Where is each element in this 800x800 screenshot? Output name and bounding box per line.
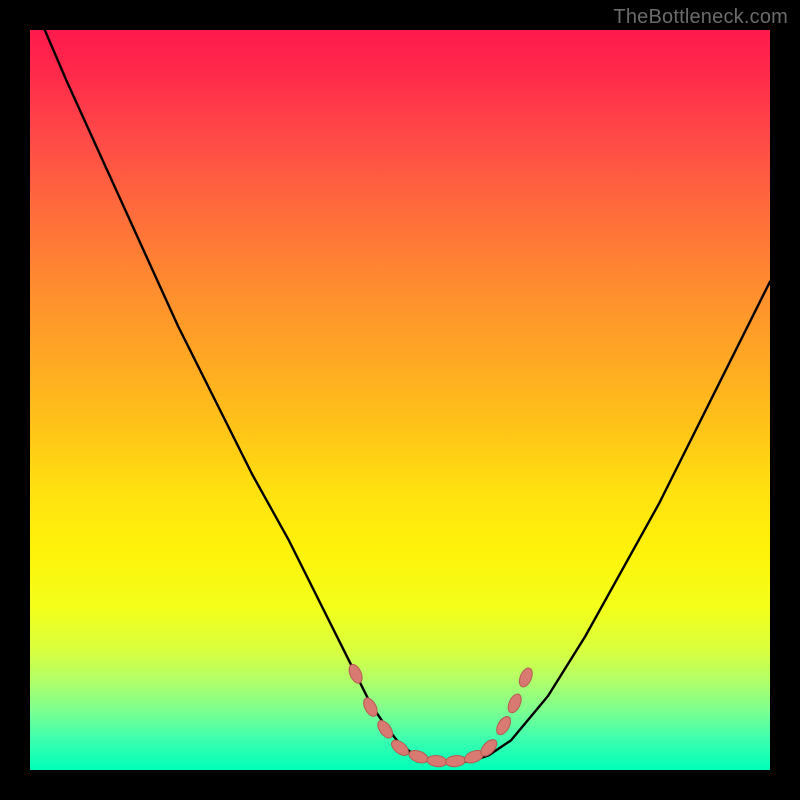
curve-marker xyxy=(494,714,514,737)
curve-marker xyxy=(375,718,396,741)
bottleneck-curve xyxy=(45,30,770,763)
curve-marker xyxy=(445,754,466,767)
curve-markers xyxy=(347,662,535,767)
curve-marker xyxy=(506,692,524,715)
curve-marker xyxy=(426,754,447,767)
chart-frame: TheBottleneck.com xyxy=(0,0,800,800)
curve-marker xyxy=(517,666,535,689)
curve-marker xyxy=(347,662,365,685)
chart-svg xyxy=(30,30,770,770)
curve-marker xyxy=(389,737,411,758)
attribution-text: TheBottleneck.com xyxy=(613,6,788,29)
chart-plot-area xyxy=(30,30,770,770)
